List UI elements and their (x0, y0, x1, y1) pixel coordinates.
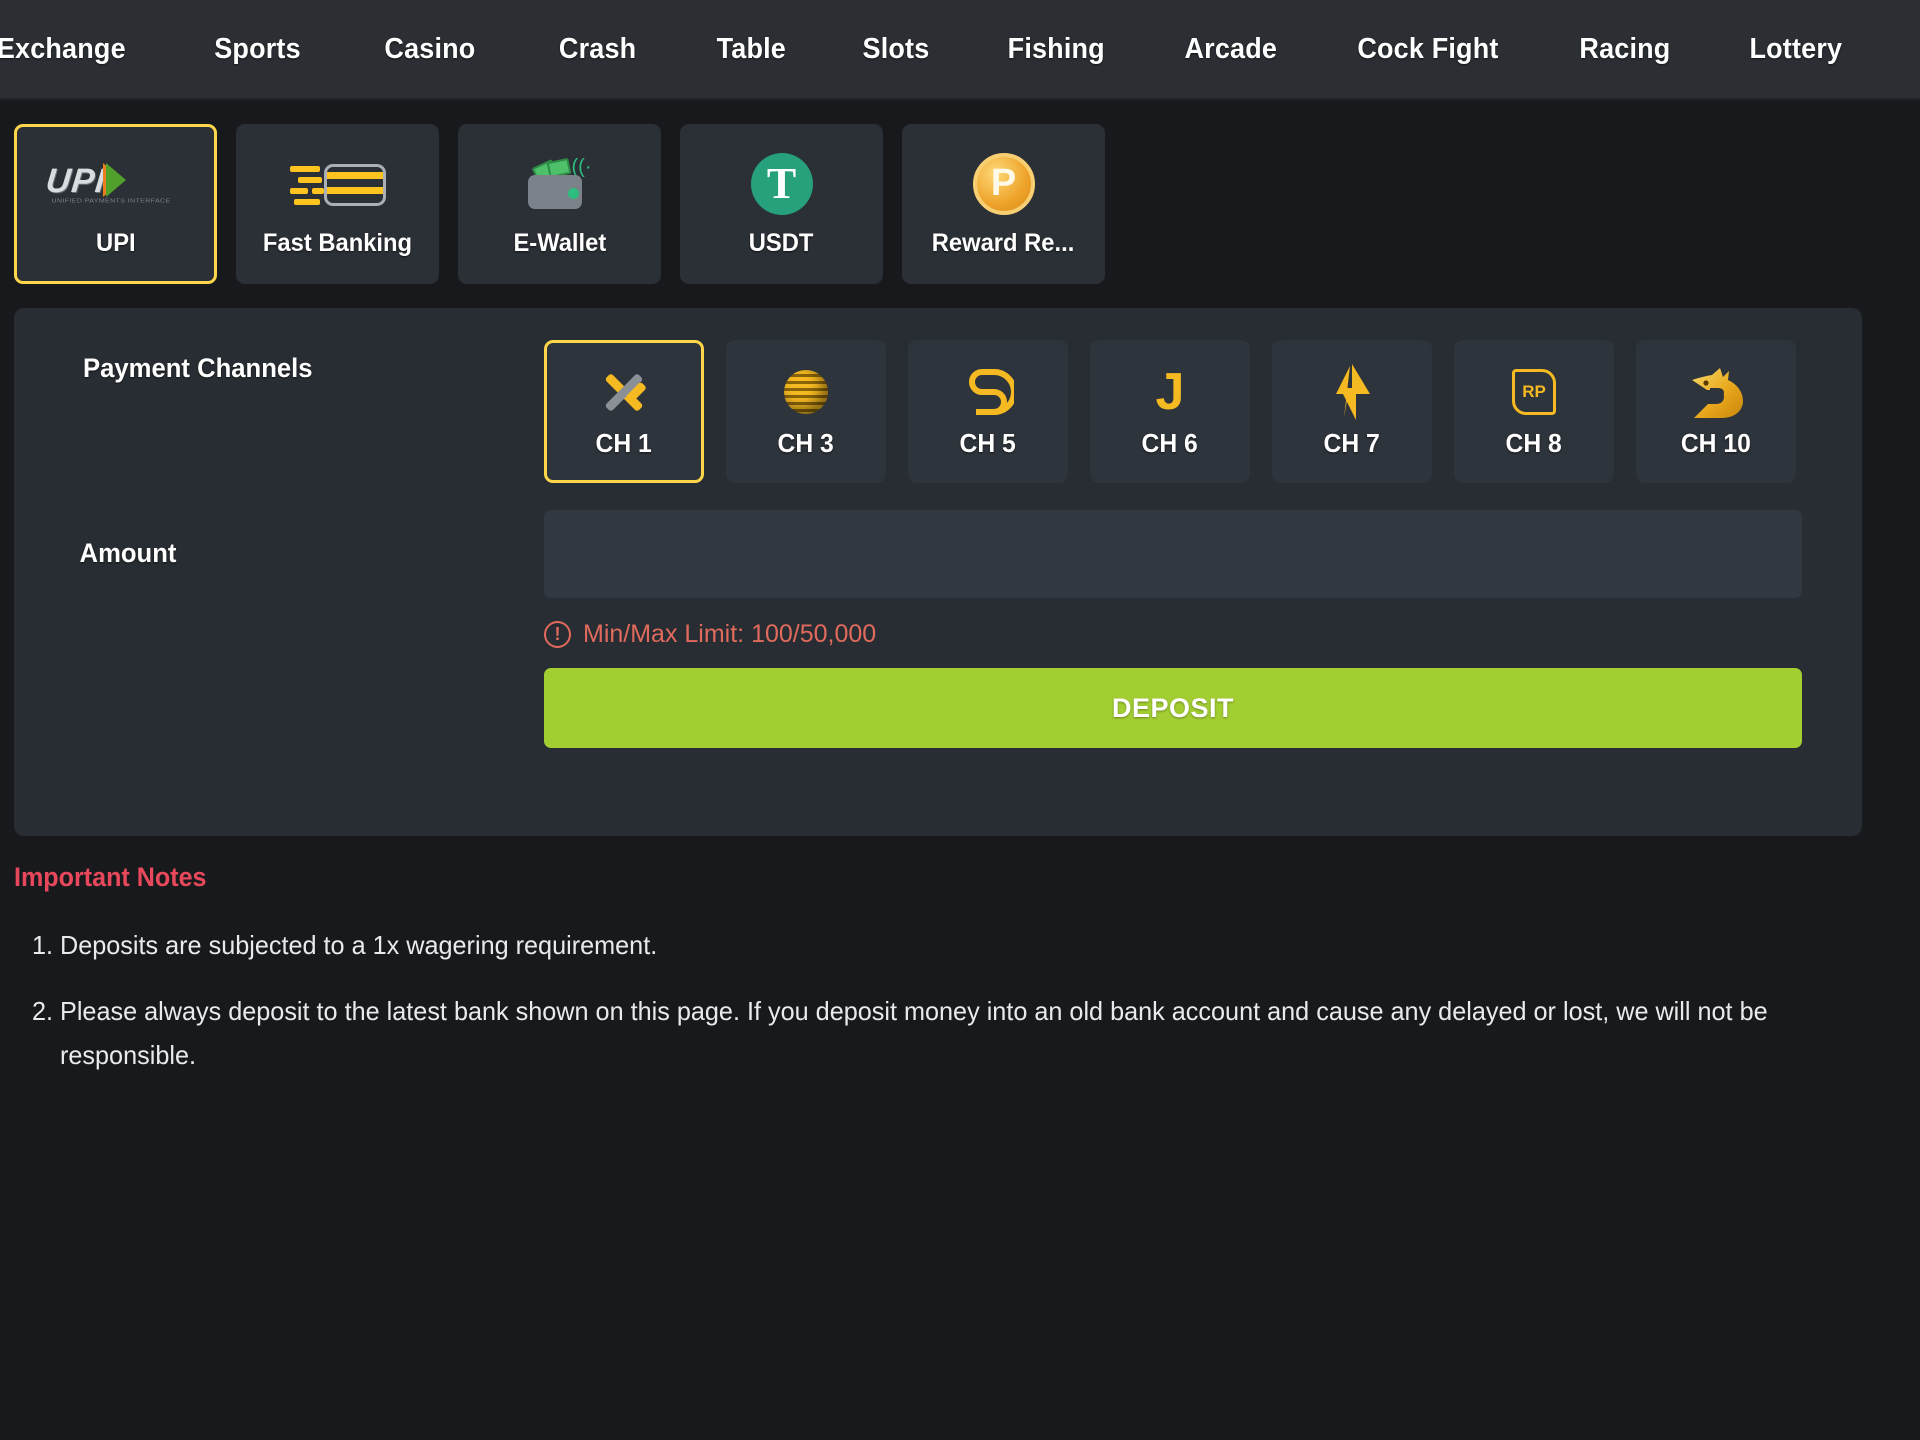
payment-method-label: UPI (95, 228, 136, 257)
tether-icon: T (750, 151, 813, 217)
note-item: Please always deposit to the latest bank… (60, 989, 1820, 1077)
reward-coin-icon: P (972, 151, 1035, 217)
min-max-limit-notice: ! Min/Max Limit: 100/50,000 (544, 620, 876, 649)
limit-text: Min/Max Limit: 100/50,000 (583, 620, 877, 648)
deposit-form-panel: Payment Channels CH 1 CH 3 CH 5 J CH 6 CH 7 RP… (14, 308, 1862, 836)
payment-channel-label: CH 3 (777, 428, 835, 458)
nav-item-exchange[interactable]: Exchange (0, 33, 135, 66)
nav-item-cock-fight[interactable]: Cock Fight (1348, 33, 1508, 66)
payment-channel-ch1[interactable]: CH 1 (544, 340, 704, 483)
nav-item-sports[interactable]: Sports (205, 33, 310, 66)
payment-method-tabs: UPI UNIFIED PAYMENTS INTERFACE UPI Fast Ban… (14, 124, 1105, 284)
payment-method-fast-banking[interactable]: Fast Banking (236, 124, 439, 284)
nav-item-casino[interactable]: Casino (375, 33, 485, 66)
letter-j-icon: J (1155, 363, 1185, 421)
nav-item-fishing[interactable]: Fishing (999, 33, 1115, 66)
payment-channel-list: CH 1 CH 3 CH 5 J CH 6 CH 7 RP CH 8 CH 10 (544, 340, 1796, 483)
payment-method-label: E-Wallet (513, 228, 606, 257)
payment-channel-ch10[interactable]: CH 10 (1636, 340, 1796, 483)
payment-channel-label: CH 8 (1505, 428, 1563, 458)
payment-channel-ch3[interactable]: CH 3 (726, 340, 886, 483)
warning-exclamation-icon: ! (544, 621, 571, 648)
payment-method-upi[interactable]: UPI UNIFIED PAYMENTS INTERFACE UPI (14, 124, 217, 284)
payment-channel-label: CH 1 (595, 428, 653, 458)
notes-list: Deposits are subjected to a 1x wagering … (60, 923, 1874, 1078)
payment-channel-label: CH 6 (1141, 428, 1199, 458)
payment-channel-label: CH 7 (1323, 428, 1381, 458)
amount-input[interactable] (544, 510, 1802, 598)
amount-label: Amount (79, 538, 177, 568)
nav-item-table[interactable]: Table (707, 33, 795, 66)
nav-item-racing[interactable]: Racing (1570, 33, 1680, 66)
deposit-button[interactable]: DEPOSIT (544, 668, 1802, 748)
payment-method-reward-re[interactable]: P Reward Re... (902, 124, 1105, 284)
dragon-head-icon (1688, 364, 1744, 420)
important-notes-section: Important Notes Deposits are subjected t… (14, 862, 1874, 1100)
nav-item-slots[interactable]: Slots (854, 33, 939, 66)
payment-channel-ch7[interactable]: CH 7 (1272, 340, 1432, 483)
payment-channel-ch6[interactable]: J CH 6 (1090, 340, 1250, 483)
payment-method-e-wallet[interactable]: ((· E-Wallet (458, 124, 661, 284)
payment-method-label: USDT (749, 228, 814, 257)
payment-channels-label: Payment Channels (83, 353, 313, 383)
payment-method-label: Fast Banking (262, 228, 413, 257)
notes-title: Important Notes (14, 862, 207, 892)
lightning-bolt-icon (1330, 364, 1374, 420)
payment-channel-label: CH 5 (959, 428, 1017, 458)
nav-item-crash[interactable]: Crash (549, 33, 645, 66)
payment-method-label: Reward Re... (932, 228, 1075, 257)
sd-monogram-icon (962, 364, 1014, 420)
payment-channel-ch8[interactable]: RP CH 8 (1454, 340, 1614, 483)
nav-item-arcade[interactable]: Arcade (1175, 33, 1286, 66)
note-item: Deposits are subjected to a 1x wagering … (60, 923, 1820, 967)
payment-channel-label: CH 10 (1680, 428, 1752, 458)
payment-method-usdt[interactable]: T USDT (680, 124, 883, 284)
upi-logo-icon: UPI UNIFIED PAYMENTS INTERFACE (43, 161, 171, 204)
striped-sphere-icon (784, 364, 828, 420)
rp-badge-icon: RP (1512, 364, 1556, 420)
payment-channel-ch5[interactable]: CH 5 (908, 340, 1068, 483)
cross-x-icon (601, 364, 647, 420)
nav-item-lottery[interactable]: Lottery (1740, 33, 1851, 66)
bank-card-icon (289, 151, 386, 217)
main-navigation: Exchange Sports Casino Crash Table Slots Fishi… (0, 0, 1920, 100)
wallet-icon: ((· (520, 151, 600, 217)
